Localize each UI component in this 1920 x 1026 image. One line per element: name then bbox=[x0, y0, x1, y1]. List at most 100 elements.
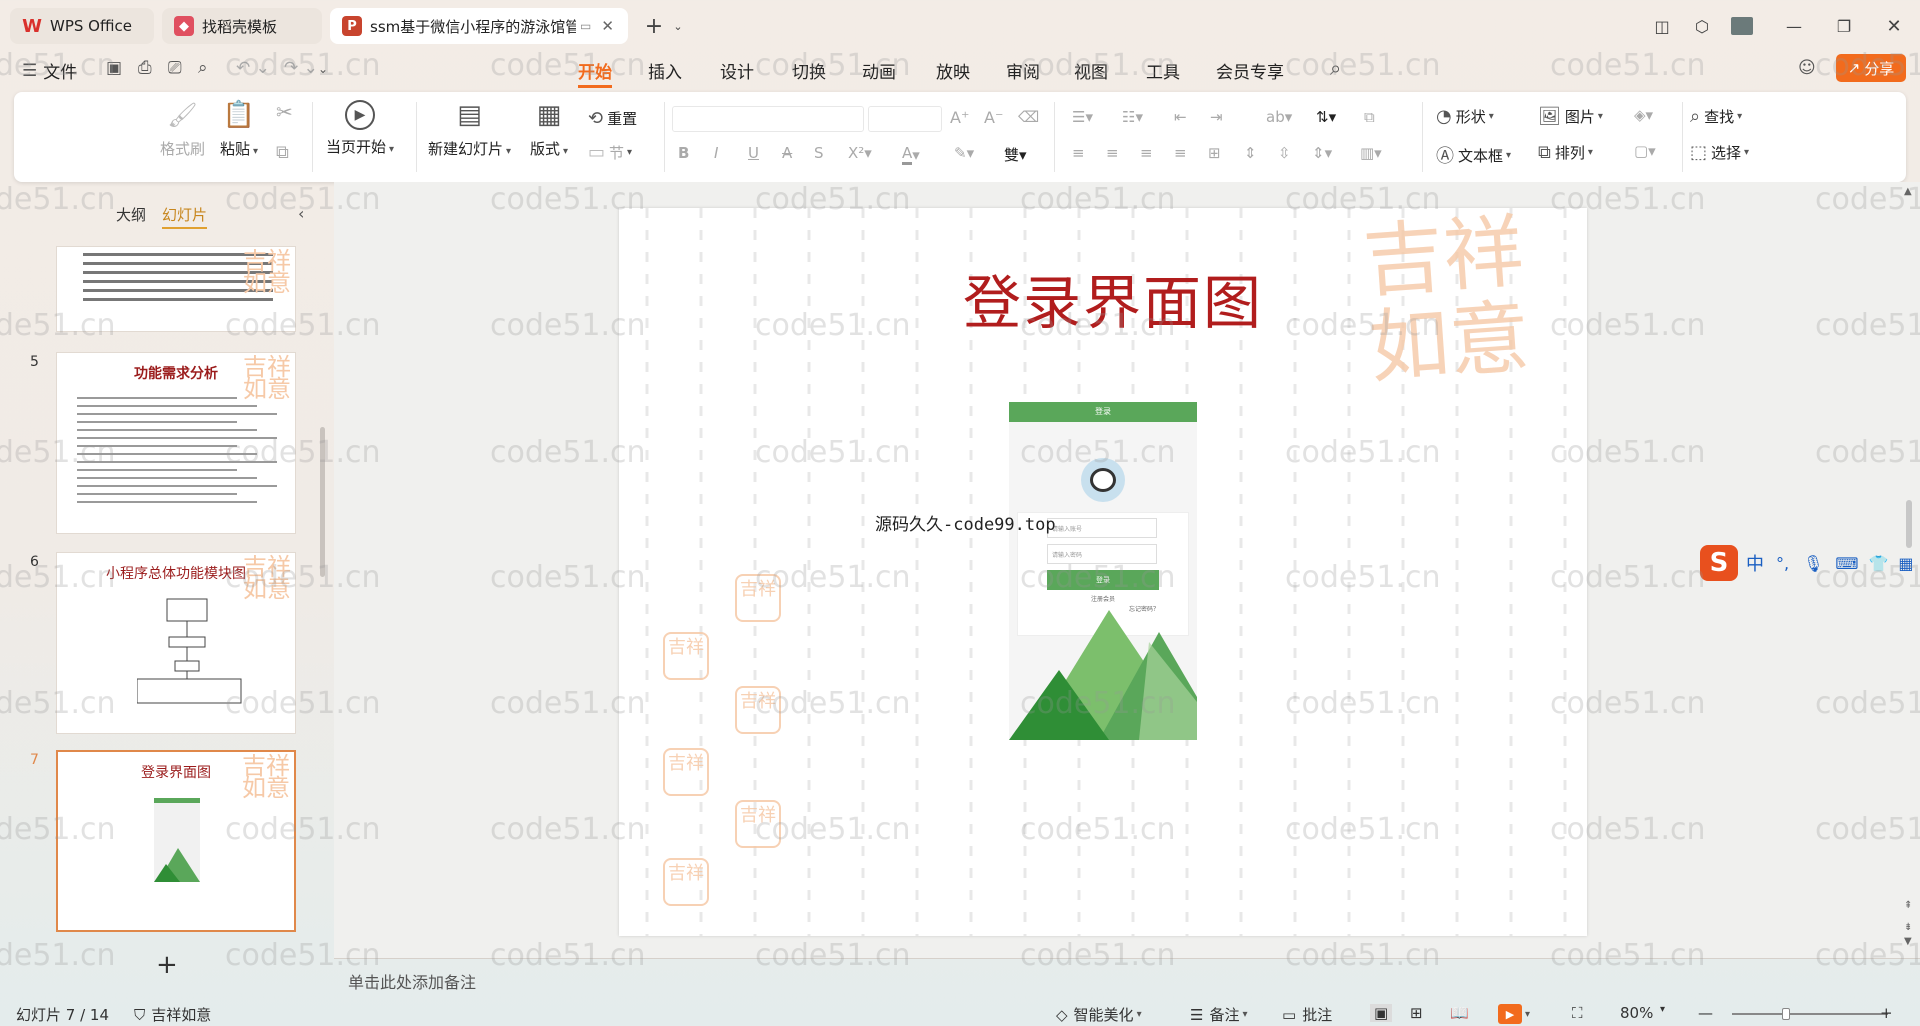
next-slide-icon[interactable]: ⇟ bbox=[1904, 922, 1912, 933]
ime-toolbar[interactable]: S 中 °, 🎙 ⌨ 👕 ▦ bbox=[1700, 544, 1920, 582]
scroll-up-icon[interactable]: ▲ bbox=[1904, 186, 1912, 197]
picture-button[interactable]: 🖼 图片 ▾ bbox=[1538, 106, 1603, 127]
menu-1[interactable]: 插入 bbox=[648, 58, 682, 83]
save-icon[interactable]: ▣ bbox=[106, 58, 122, 78]
copy-icon[interactable]: ⧉ bbox=[276, 142, 289, 163]
line-spacing-icon[interactable]: ⇕ bbox=[1244, 144, 1257, 162]
play-from-current-button[interactable]: ▶ 当页开始 ▾ bbox=[326, 98, 394, 157]
chat-icon[interactable]: ☺ bbox=[1798, 58, 1816, 78]
justify-icon[interactable]: ≡ bbox=[1174, 144, 1187, 162]
collapse-panel-icon[interactable]: ‹ bbox=[298, 204, 304, 223]
notes-button[interactable]: ☰ 备注 ▾ bbox=[1190, 1004, 1248, 1025]
fill-icon[interactable]: ◈▾ bbox=[1634, 106, 1653, 124]
slideshow-button[interactable]: ▶ ▾ bbox=[1498, 1004, 1530, 1024]
shape-button[interactable]: ◔ 形状 ▾ bbox=[1436, 106, 1494, 127]
beautify-button[interactable]: ◇ 智能美化 ▾ bbox=[1056, 1004, 1142, 1025]
main-menu-button[interactable]: ☰ 文件 bbox=[22, 58, 77, 84]
close-window-button[interactable]: ✕ bbox=[1880, 14, 1908, 38]
current-slide[interactable]: 吉祥 如意 吉祥 吉祥 吉祥 吉祥 吉祥 吉祥 登录界面图 登录 请输入账号 请输入密码 登… bbox=[619, 208, 1587, 936]
tab-list-chevron-icon[interactable]: ⌄ bbox=[664, 14, 692, 38]
outline-tab[interactable]: 大纲 bbox=[116, 204, 146, 225]
layout-button[interactable]: ▦ 版式 ▾ bbox=[530, 98, 568, 159]
font-size-select[interactable] bbox=[868, 106, 942, 132]
outline-icon[interactable]: ▢▾ bbox=[1634, 142, 1656, 160]
slides-tab[interactable]: 幻灯片 bbox=[162, 204, 208, 229]
sorter-view-icon[interactable]: ⊞ bbox=[1410, 1004, 1423, 1022]
theme-button[interactable]: ⛉ 吉祥如意 bbox=[134, 1004, 211, 1025]
password-field[interactable]: 请输入密码 bbox=[1047, 544, 1157, 564]
increase-font-icon[interactable]: A⁺ bbox=[950, 108, 969, 127]
menu-0[interactable]: 开始 bbox=[578, 58, 612, 88]
prev-slide-icon[interactable]: ⇞ bbox=[1904, 900, 1912, 911]
text-direction-icon[interactable]: ab▾ bbox=[1266, 108, 1292, 126]
phonetic-icon[interactable]: 雙▾ bbox=[1004, 144, 1027, 165]
tab-wps-office[interactable]: W WPS Office bbox=[10, 8, 154, 44]
scroll-down-icon[interactable]: ▼ bbox=[1904, 936, 1912, 947]
superscript-icon[interactable]: X²▾ bbox=[848, 144, 872, 162]
para-spacing-icon[interactable]: ⇳ bbox=[1278, 144, 1291, 162]
align-right-icon[interactable]: ≡ bbox=[1140, 144, 1153, 162]
minimize-button[interactable]: — bbox=[1780, 14, 1808, 38]
arrange-button[interactable]: ⧉ 排列 ▾ bbox=[1538, 142, 1593, 163]
undo-icon[interactable]: ↶ ⌄ bbox=[236, 58, 270, 78]
panel-scrollbar[interactable] bbox=[320, 427, 325, 577]
zoom-slider[interactable] bbox=[1732, 1013, 1888, 1015]
zoom-menu-icon[interactable]: ▾ bbox=[1660, 1004, 1665, 1015]
tab-template[interactable]: ◆ 找稻壳模板 bbox=[162, 8, 322, 44]
outdent-icon[interactable]: ⇤ bbox=[1174, 108, 1187, 126]
menu-5[interactable]: 放映 bbox=[936, 58, 970, 83]
menu-7[interactable]: 视图 bbox=[1074, 58, 1108, 83]
clear-format-icon[interactable]: ⌫ bbox=[1018, 108, 1039, 126]
section-button[interactable]: ▭ 节 ▾ bbox=[588, 142, 632, 163]
slide-thumbnail[interactable]: 吉祥 如意 功能需求分析 bbox=[56, 352, 296, 534]
search-icon[interactable]: ⌕ bbox=[1330, 56, 1341, 80]
menu-4[interactable]: 动画 bbox=[862, 58, 896, 83]
redo-icon[interactable]: ↷ ⌄ bbox=[284, 58, 318, 78]
share-button[interactable]: ↗ 分享 bbox=[1836, 54, 1906, 82]
fit-window-icon[interactable]: ⛶ bbox=[1572, 1004, 1583, 1022]
menu-3[interactable]: 切换 bbox=[792, 58, 826, 83]
reading-view-icon[interactable]: 📖 bbox=[1450, 1004, 1469, 1022]
find-button[interactable]: ⌕ 查找 ▾ bbox=[1690, 106, 1742, 127]
zoom-level[interactable]: 80% bbox=[1620, 1004, 1653, 1022]
reset-button[interactable]: ⟲ 重置 bbox=[588, 108, 637, 129]
ime-punct[interactable]: °, bbox=[1776, 554, 1789, 573]
slide-thumbnail[interactable]: 吉祥 如意 小程序总体功能模块图 bbox=[56, 552, 296, 734]
comments-button[interactable]: ▭ 批注 bbox=[1282, 1004, 1332, 1025]
sidebar-toggle-icon[interactable]: ◫ bbox=[1648, 14, 1676, 38]
bold-icon[interactable]: B bbox=[678, 144, 689, 162]
cut-icon[interactable]: ✂ bbox=[276, 100, 293, 124]
shadow-icon[interactable]: S bbox=[814, 144, 824, 162]
print-icon[interactable]: ⎚ bbox=[168, 58, 182, 78]
zoom-in-icon[interactable]: + bbox=[1880, 1004, 1893, 1022]
menu-2[interactable]: 设计 bbox=[720, 58, 754, 83]
font-color-icon[interactable]: A ▾ bbox=[902, 144, 920, 165]
columns-icon[interactable]: ▥▾ bbox=[1360, 144, 1382, 162]
close-tab-icon[interactable]: ✕ bbox=[601, 17, 614, 35]
numbering-icon[interactable]: ☷▾ bbox=[1122, 108, 1143, 126]
italic-icon[interactable]: I bbox=[714, 144, 718, 162]
distribute-icon[interactable]: ⊞ bbox=[1208, 144, 1221, 162]
slide-thumbnail[interactable]: 吉祥 如意 bbox=[56, 246, 296, 332]
export-icon[interactable]: ⎙ bbox=[138, 58, 152, 78]
strikethrough-icon[interactable]: A bbox=[782, 144, 792, 162]
menu-6[interactable]: 审阅 bbox=[1006, 58, 1040, 83]
sort-icon[interactable]: ⇅▾ bbox=[1316, 108, 1336, 126]
login-screenshot[interactable]: 登录 请输入账号 请输入密码 登录 注册会员 忘记密码？ bbox=[1009, 402, 1197, 740]
align-left-icon[interactable]: ≡ bbox=[1072, 144, 1085, 162]
maximize-button[interactable]: ❐ bbox=[1830, 14, 1858, 38]
textbox-button[interactable]: Ⓐ 文本框 ▾ bbox=[1436, 142, 1511, 168]
font-family-select[interactable] bbox=[672, 106, 864, 132]
bullets-icon[interactable]: ☰▾ bbox=[1072, 108, 1093, 126]
cube-icon[interactable]: ⬡ bbox=[1688, 14, 1716, 38]
keyboard-icon[interactable]: ⌨ bbox=[1835, 554, 1858, 573]
zoom-slider-thumb[interactable] bbox=[1782, 1008, 1790, 1020]
highlight-icon[interactable]: ✎▾ bbox=[954, 144, 974, 162]
align-center-icon[interactable]: ≡ bbox=[1106, 144, 1119, 162]
underline-icon[interactable]: U bbox=[748, 144, 759, 162]
slide-thumbnail[interactable]: 吉祥 如意 登录界面图 bbox=[56, 750, 296, 932]
account-field[interactable]: 请输入账号 bbox=[1047, 518, 1157, 538]
spacing-menu-icon[interactable]: ⇕▾ bbox=[1312, 144, 1332, 162]
slide-title[interactable]: 登录界面图 bbox=[963, 256, 1263, 340]
notes-area[interactable]: 单击此处添加备注 bbox=[334, 958, 1920, 998]
